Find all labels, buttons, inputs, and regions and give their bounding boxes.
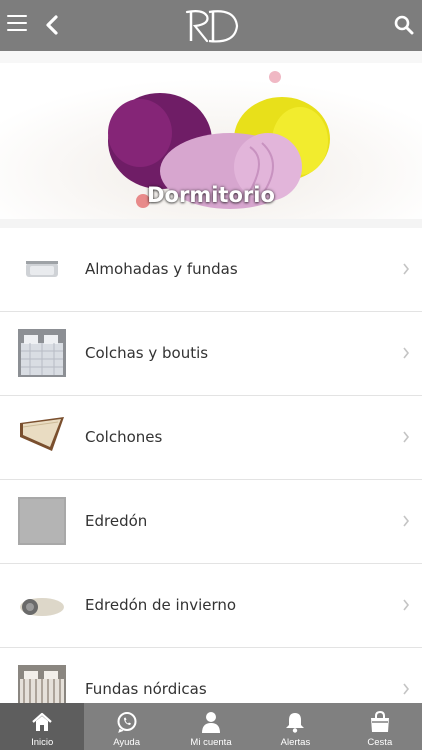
list-item[interactable]: Almohadas y fundas <box>0 228 422 312</box>
list-item[interactable]: Colchas y boutis <box>0 312 422 396</box>
tab-inicio[interactable]: Inicio <box>0 703 85 750</box>
chevron-right-icon <box>403 431 410 443</box>
list-item[interactable]: Colchones <box>0 396 422 480</box>
chevron-right-icon <box>403 515 410 527</box>
winter-duvet-thumbnail <box>18 581 66 629</box>
tab-alertas[interactable]: Alertas <box>253 703 337 750</box>
hero-strip <box>0 51 422 63</box>
brand-logo[interactable] <box>185 8 241 44</box>
user-icon <box>202 712 221 733</box>
list-item[interactable]: Edredón <box>0 480 422 564</box>
list-item-label: Colchas y boutis <box>85 344 209 362</box>
tab-ayuda[interactable]: Ayuda <box>84 703 168 750</box>
tab-label: Mi cuenta <box>190 737 232 748</box>
chevron-right-icon <box>403 599 410 611</box>
list-item-label: Edredón de invierno <box>85 596 237 614</box>
tab-cesta[interactable]: Cesta <box>338 703 422 750</box>
duvet-thumbnail <box>18 497 66 545</box>
banner-title: Dormitorio <box>147 183 275 207</box>
bedspread-thumbnail <box>18 329 66 377</box>
pillow-thumbnail <box>18 245 66 293</box>
back-arrow-icon[interactable] <box>44 12 60 38</box>
chevron-right-icon <box>403 263 410 275</box>
list-item-label: Colchones <box>85 428 163 446</box>
mattress-thumbnail <box>18 413 66 461</box>
top-bar <box>0 0 422 51</box>
list-item[interactable]: Edredón de invierno <box>0 564 422 648</box>
whatsapp-icon <box>117 712 137 733</box>
chevron-right-icon <box>403 347 410 359</box>
tab-label: Alertas <box>280 737 311 748</box>
home-icon <box>32 712 52 731</box>
list-item-label: Edredón <box>85 512 148 530</box>
tab-label: Inicio <box>31 737 54 748</box>
tab-mi-cuenta[interactable]: Mi cuenta <box>169 703 253 750</box>
menu-icon[interactable] <box>7 15 27 31</box>
tab-label: Ayuda <box>113 737 140 748</box>
chevron-right-icon <box>403 683 410 695</box>
tab-label: Cesta <box>367 737 393 748</box>
list-item-label: Almohadas y fundas <box>85 260 238 278</box>
bell-icon <box>286 713 305 733</box>
search-icon[interactable] <box>394 15 414 35</box>
bottom-tab-bar: Inicio Ayuda Mi cuenta Alertas Cesta <box>0 703 422 750</box>
category-list: Almohadas y fundas Colchas y boutis Colc… <box>0 228 422 732</box>
shopping-bag-icon <box>370 711 389 732</box>
category-banner: Dormitorio <box>0 63 422 219</box>
